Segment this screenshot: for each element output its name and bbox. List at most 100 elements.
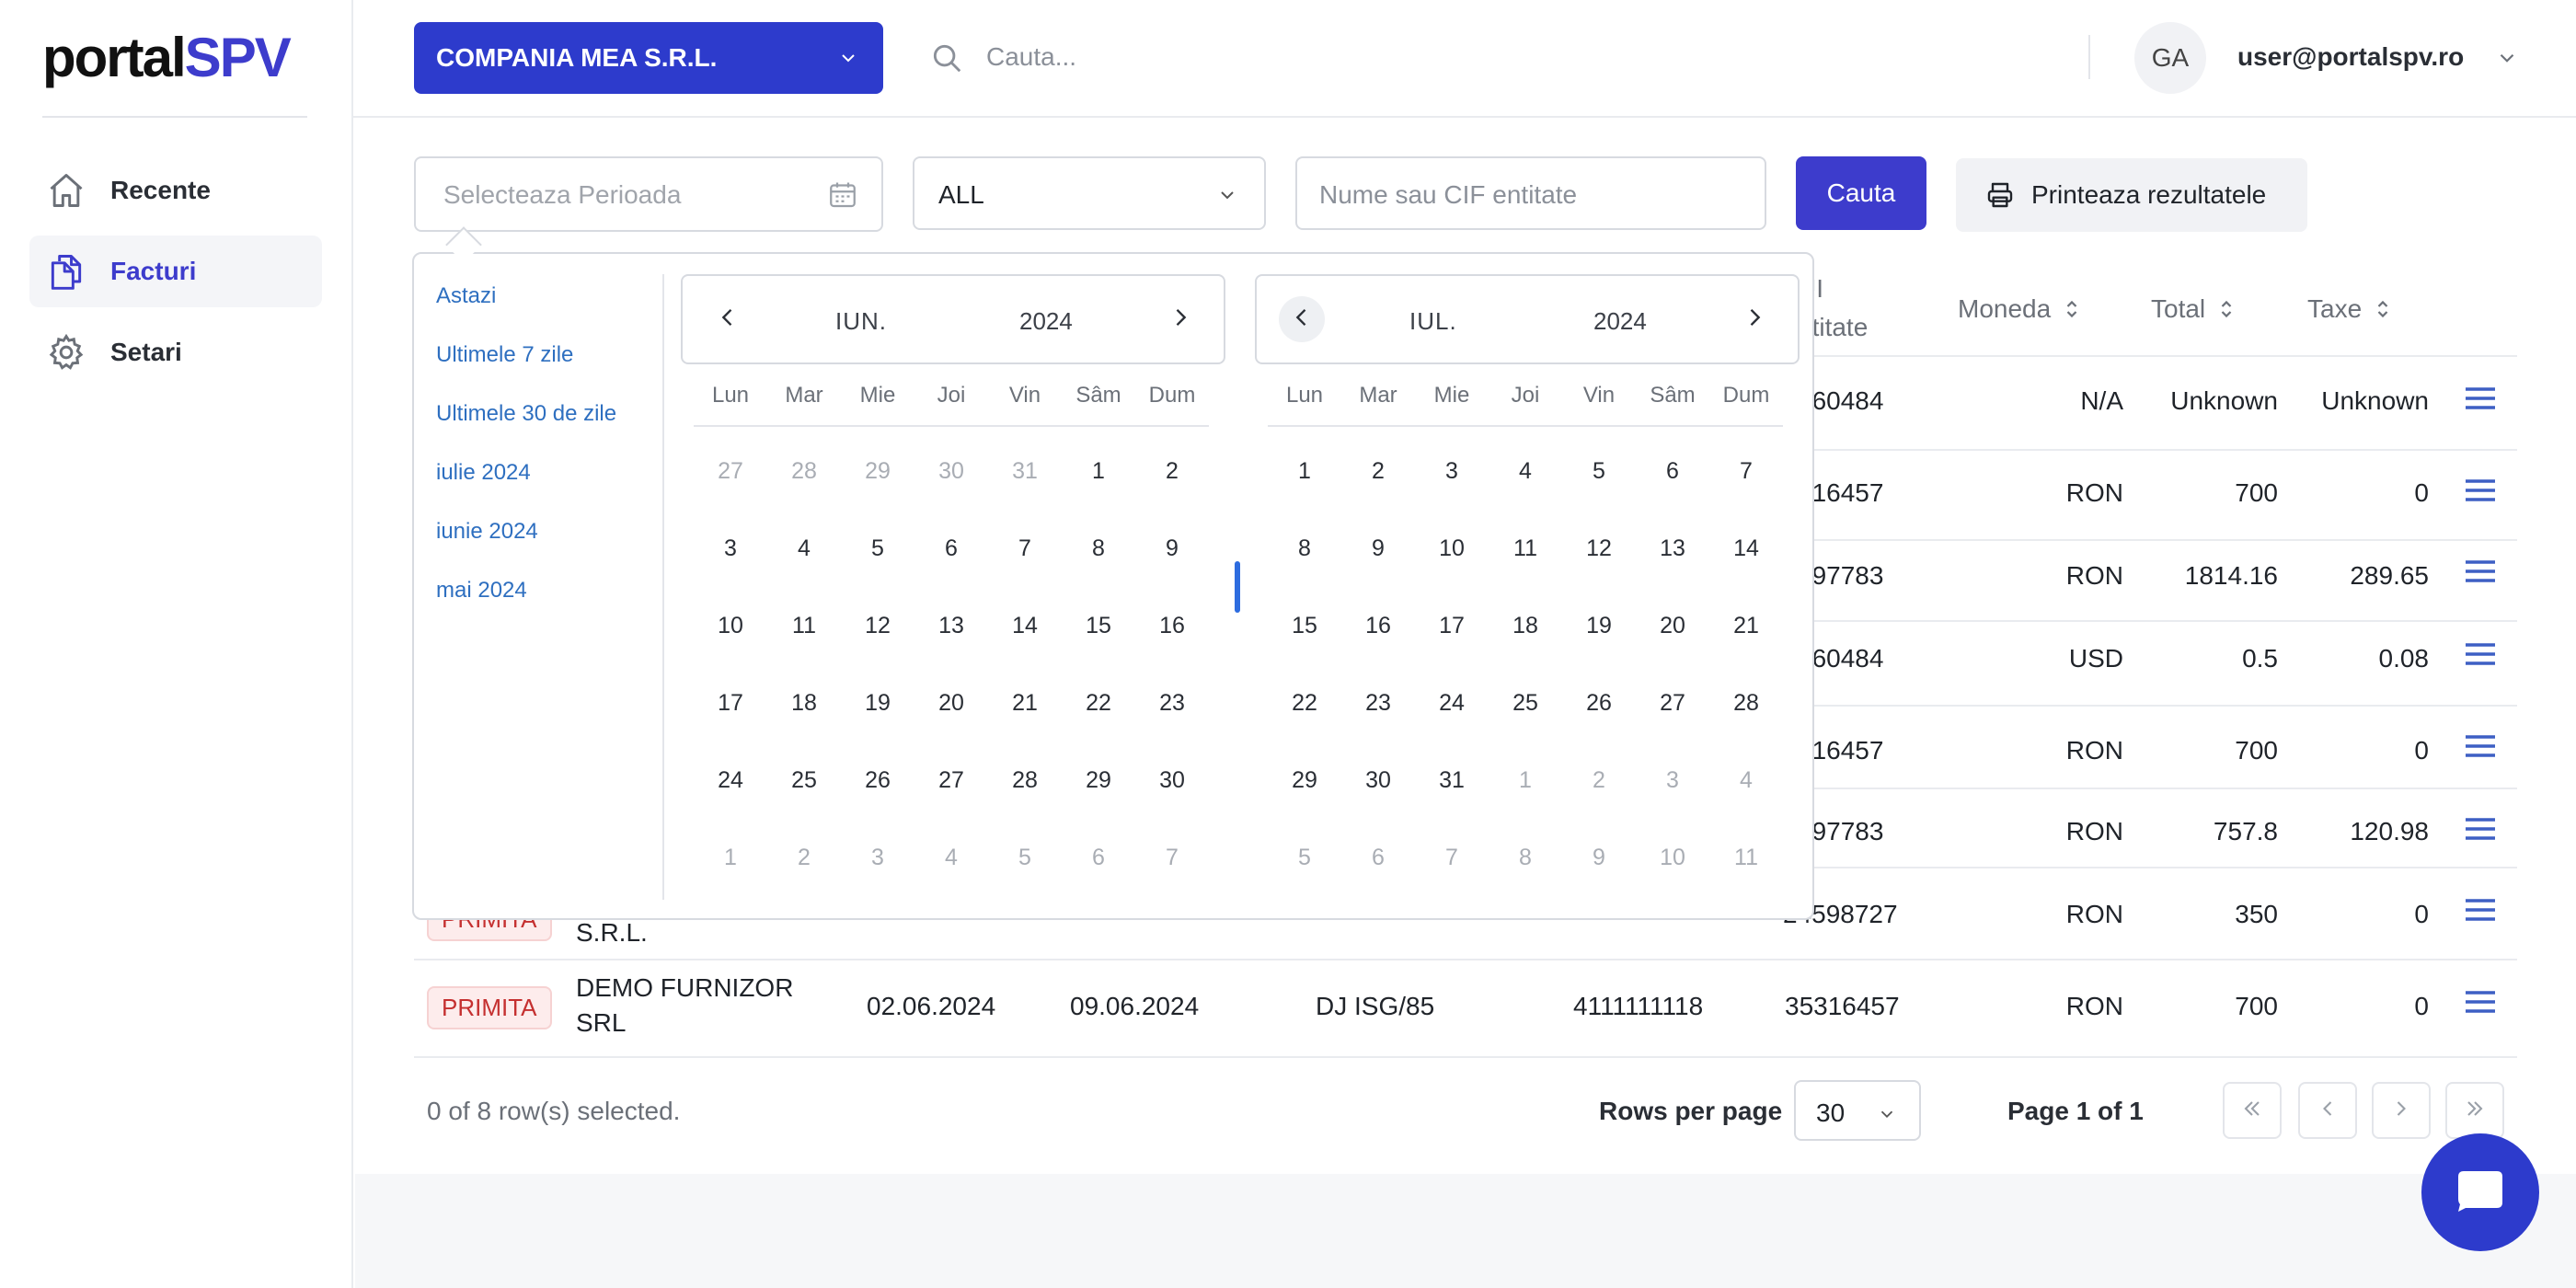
calendar-day[interactable]: 19 — [1562, 607, 1636, 644]
calendar-day[interactable]: 7 — [1135, 839, 1209, 876]
user-email[interactable]: user@portalspv.ro — [2237, 42, 2464, 72]
calendar-day[interactable]: 25 — [767, 762, 841, 799]
calendar-day[interactable]: 29 — [841, 453, 914, 489]
calendar-day[interactable]: 1 — [1268, 453, 1341, 489]
year-select[interactable]: 2024 — [1593, 307, 1647, 336]
calendar-day[interactable]: 28 — [1709, 684, 1783, 721]
calendar-day[interactable]: 8 — [1268, 530, 1341, 567]
calendar-day[interactable]: 9 — [1562, 839, 1636, 876]
month-select[interactable]: IUL. — [1409, 307, 1457, 336]
calendar-day[interactable]: 19 — [841, 684, 914, 721]
entity-search-input[interactable]: Nume sau CIF entitate — [1295, 156, 1766, 230]
calendar-day[interactable]: 5 — [1268, 839, 1341, 876]
calendar-day[interactable]: 7 — [1709, 453, 1783, 489]
calendar-day[interactable]: 17 — [694, 684, 767, 721]
header-moneda[interactable]: Moneda — [1958, 294, 2080, 324]
calendar-day[interactable]: 15 — [1062, 607, 1135, 644]
sidebar-item-recente[interactable]: Recente — [29, 155, 322, 226]
calendar-day[interactable]: 14 — [988, 607, 1062, 644]
calendar-day[interactable]: 23 — [1135, 684, 1209, 721]
search-input[interactable]: Cauta... — [986, 42, 1076, 72]
prev-month-button[interactable] — [705, 296, 751, 342]
calendar-day[interactable]: 2 — [1562, 762, 1636, 799]
calendar-day[interactable]: 10 — [694, 607, 767, 644]
calendar-day[interactable]: 13 — [914, 607, 988, 644]
search-button[interactable]: Cauta — [1796, 156, 1926, 230]
calendar-day[interactable]: 20 — [914, 684, 988, 721]
calendar-day[interactable]: 1 — [694, 839, 767, 876]
calendar-day[interactable]: 5 — [1562, 453, 1636, 489]
next-month-button[interactable] — [1731, 296, 1777, 342]
calendar-day[interactable]: 4 — [914, 839, 988, 876]
first-page-button[interactable] — [2223, 1082, 2282, 1139]
row-menu-icon[interactable] — [2464, 896, 2497, 924]
row-menu-icon[interactable] — [2464, 732, 2497, 760]
calendar-day[interactable]: 22 — [1268, 684, 1341, 721]
calendar-day[interactable]: 11 — [1709, 839, 1783, 876]
calendar-day[interactable]: 16 — [1341, 607, 1415, 644]
year-select[interactable]: 2024 — [1019, 307, 1073, 336]
row-menu-icon[interactable] — [2464, 640, 2497, 668]
chat-button[interactable] — [2421, 1133, 2539, 1251]
calendar-day[interactable]: 6 — [1341, 839, 1415, 876]
chevron-down-icon[interactable] — [2495, 46, 2519, 75]
company-selector[interactable]: COMPANIA MEA S.R.L. — [414, 22, 883, 94]
calendar-day[interactable]: 22 — [1062, 684, 1135, 721]
calendar-day[interactable]: 24 — [1415, 684, 1489, 721]
calendar-day[interactable]: 3 — [841, 839, 914, 876]
calendar-day[interactable]: 3 — [1636, 762, 1709, 799]
calendar-day[interactable]: 13 — [1636, 530, 1709, 567]
calendar-day[interactable]: 2 — [1341, 453, 1415, 489]
calendar-day[interactable]: 5 — [841, 530, 914, 567]
calendar-day[interactable]: 7 — [988, 530, 1062, 567]
preset-july-2024[interactable]: iulie 2024 — [436, 458, 616, 517]
calendar-day[interactable]: 4 — [767, 530, 841, 567]
calendar-day[interactable]: 28 — [988, 762, 1062, 799]
calendar-day[interactable]: 17 — [1415, 607, 1489, 644]
calendar-day[interactable]: 30 — [914, 453, 988, 489]
month-select[interactable]: IUN. — [835, 307, 887, 336]
calendar-day[interactable]: 1 — [1062, 453, 1135, 489]
calendar-day[interactable]: 21 — [1709, 607, 1783, 644]
calendar-day[interactable]: 29 — [1062, 762, 1135, 799]
calendar-day[interactable]: 2 — [1135, 453, 1209, 489]
preset-june-2024[interactable]: iunie 2024 — [436, 517, 616, 576]
calendar-day[interactable]: 31 — [1415, 762, 1489, 799]
calendar-day[interactable]: 21 — [988, 684, 1062, 721]
calendar-day[interactable]: 8 — [1489, 839, 1562, 876]
calendar-day[interactable]: 6 — [1636, 453, 1709, 489]
row-menu-icon[interactable] — [2464, 477, 2497, 504]
row-menu-icon[interactable] — [2464, 385, 2497, 412]
calendar-day[interactable]: 6 — [1062, 839, 1135, 876]
next-page-button[interactable] — [2372, 1082, 2431, 1139]
logo[interactable]: portalSPV — [42, 26, 292, 89]
print-results-button[interactable]: Printeaza rezultatele — [1956, 158, 2307, 232]
calendar-day[interactable]: 29 — [1268, 762, 1341, 799]
calendar-day[interactable]: 20 — [1636, 607, 1709, 644]
calendar-day[interactable]: 25 — [1489, 684, 1562, 721]
calendar-day[interactable]: 30 — [1135, 762, 1209, 799]
calendar-day[interactable]: 18 — [1489, 607, 1562, 644]
calendar-day[interactable]: 27 — [914, 762, 988, 799]
calendar-day[interactable]: 27 — [694, 453, 767, 489]
calendar-day[interactable]: 12 — [1562, 530, 1636, 567]
calendar-day[interactable]: 16 — [1135, 607, 1209, 644]
calendar-day[interactable]: 14 — [1709, 530, 1783, 567]
calendar-day[interactable]: 24 — [694, 762, 767, 799]
calendar-day[interactable]: 26 — [1562, 684, 1636, 721]
preset-last-30-days[interactable]: Ultimele 30 de zile — [436, 399, 616, 458]
row-menu-icon[interactable] — [2464, 558, 2497, 585]
calendar-day[interactable]: 30 — [1341, 762, 1415, 799]
calendar-day[interactable]: 11 — [1489, 530, 1562, 567]
calendar-day[interactable]: 7 — [1415, 839, 1489, 876]
calendar-day[interactable]: 5 — [988, 839, 1062, 876]
avatar[interactable]: GA — [2134, 22, 2206, 94]
calendar-day[interactable]: 9 — [1341, 530, 1415, 567]
calendar-day[interactable]: 1 — [1489, 762, 1562, 799]
prev-month-button[interactable] — [1279, 296, 1325, 342]
preset-today[interactable]: Astazi — [436, 282, 616, 340]
calendar-day[interactable]: 26 — [841, 762, 914, 799]
row-menu-icon[interactable] — [2464, 988, 2497, 1016]
scroll-indicator[interactable] — [1235, 561, 1240, 613]
calendar-day[interactable]: 11 — [767, 607, 841, 644]
